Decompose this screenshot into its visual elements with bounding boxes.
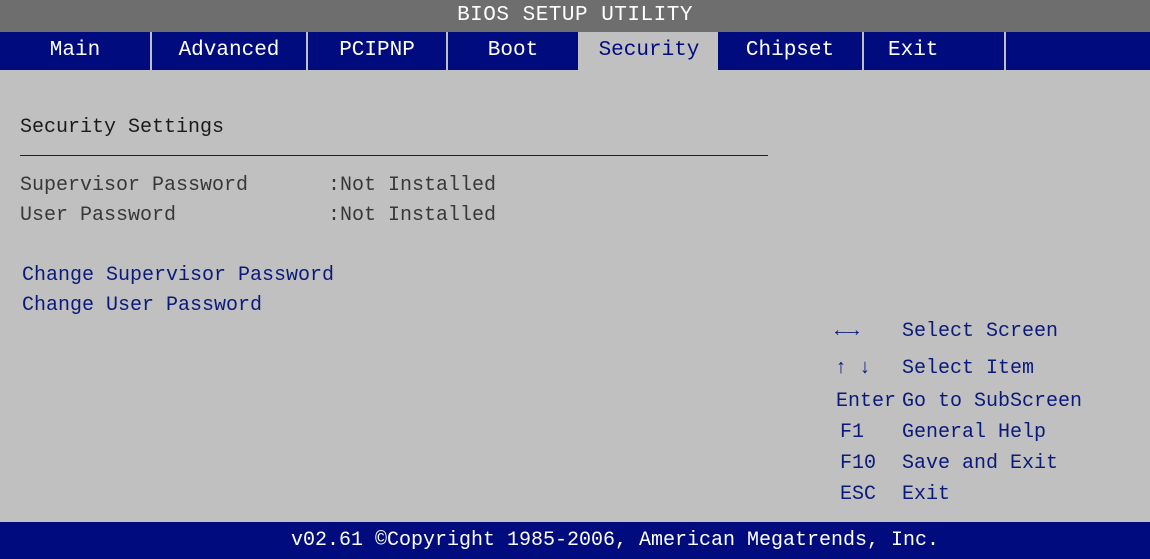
section-title: Security Settings [20,116,225,139]
left-right-arrows-icon: ←→ [835,320,860,343]
help-key: F1 [840,421,865,444]
tab-advanced[interactable]: Advanced [152,32,308,70]
change-user-password-item[interactable]: Change User Password [22,292,262,320]
section-divider [20,155,768,156]
help-desc: Go to SubScreen [902,390,1083,413]
tab-exit[interactable]: Exit [864,32,1006,70]
tab-pcipnp[interactable]: PCIPNP [308,32,448,70]
tab-label: PCIPNP [339,39,415,62]
change-supervisor-password-item[interactable]: Change Supervisor Password [22,262,334,290]
tab-label: Boot [487,39,539,62]
tab-boot[interactable]: Boot [448,32,580,70]
tab-security[interactable]: Security [580,32,718,70]
help-key: ESC [840,483,877,506]
tab-label: Advanced [178,39,280,62]
help-desc: Select Item [902,357,1035,380]
help-desc: General Help [902,421,1047,444]
help-key: F10 [840,452,877,475]
user-password-label: User Password [20,204,177,227]
tab-label: Chipset [745,39,835,62]
tab-chipset[interactable]: Chipset [718,32,864,70]
tab-label: Exit [888,39,939,62]
user-password-status: :Not Installed [328,204,497,227]
bios-screen: BIOS SETUP UTILITY Main Advanced PCIPNP … [0,0,1150,559]
supervisor-password-label: Supervisor Password [20,174,249,197]
help-desc: Exit [902,483,951,506]
footer: v02.61 ©Copyright 1985-2006, American Me… [0,522,1150,559]
tab-main[interactable]: Main [0,32,152,70]
help-desc: Select Screen [902,320,1059,343]
window-title: BIOS SETUP UTILITY [0,0,1150,32]
help-desc: Save and Exit [902,452,1059,475]
menu-bar: Main Advanced PCIPNP Boot Security Chips… [0,32,1150,70]
help-key: Enter [836,390,897,413]
tab-label: Main [49,39,101,62]
copyright-text: v02.61 ©Copyright 1985-2006, American Me… [290,529,940,552]
up-down-arrows-icon: ↑ ↓ [835,357,872,380]
supervisor-password-status: :Not Installed [328,174,497,197]
tab-label: Security [598,39,700,62]
